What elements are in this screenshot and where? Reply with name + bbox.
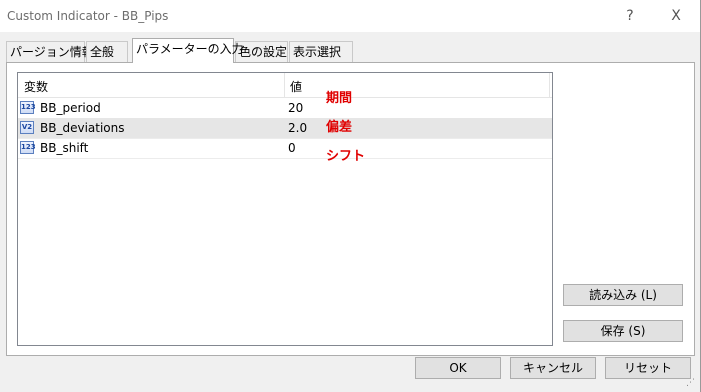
annotation-deviation: 偏差 [326,120,353,135]
annotation-shift: シフト [326,149,366,164]
tab-version-info[interactable]: パージョン情報 [6,41,94,62]
column-divider[interactable] [284,73,285,97]
column-header-value[interactable]: 値 [290,78,302,95]
reset-button[interactable]: リセット [605,357,691,379]
annotation-period: 期間 [326,91,353,106]
tab-visualization[interactable]: 表示選択 [289,41,353,62]
column-header-variable[interactable]: 変数 [24,78,48,95]
param-name: BB_deviations [40,121,125,135]
param-value[interactable]: 2.0 [288,121,307,135]
list-header: 変数 値 [18,73,552,98]
tab-general[interactable]: 全般 [86,41,128,62]
column-divider[interactable] [549,73,550,97]
param-name: BB_period [40,101,101,115]
table-row[interactable]: V2 BB_deviations 2.0 [18,118,552,139]
load-button[interactable]: 読み込み (L) [563,284,683,306]
window-title: Custom Indicator - BB_Pips [7,9,169,23]
help-icon[interactable]: ? [619,6,641,26]
cancel-button[interactable]: キャンセル [510,357,596,379]
title-bar: Custom Indicator - BB_Pips ? X [0,0,700,32]
table-row[interactable]: 123 BB_period 20 [18,98,552,119]
close-icon[interactable]: X [665,6,687,26]
tab-parameters[interactable]: パラメーターの入力 [132,38,244,63]
parameter-list[interactable]: 変数 値 123 BB_period 20 V2 BB_deviations 2… [17,72,553,346]
param-value[interactable]: 20 [288,101,303,115]
integer-type-icon: 123 [20,141,36,154]
resize-grip-icon[interactable]: ⋰ [686,378,696,388]
param-name: BB_shift [40,141,89,155]
save-button[interactable]: 保存 (S) [563,320,683,342]
param-value[interactable]: 0 [288,141,296,155]
double-type-icon: V2 [20,121,34,134]
integer-type-icon: 123 [20,101,36,114]
table-row[interactable]: 123 BB_shift 0 [18,138,552,159]
dialog-window: Custom Indicator - BB_Pips ? X パージョン情報 全… [0,0,701,392]
ok-button[interactable]: OK [415,357,501,379]
